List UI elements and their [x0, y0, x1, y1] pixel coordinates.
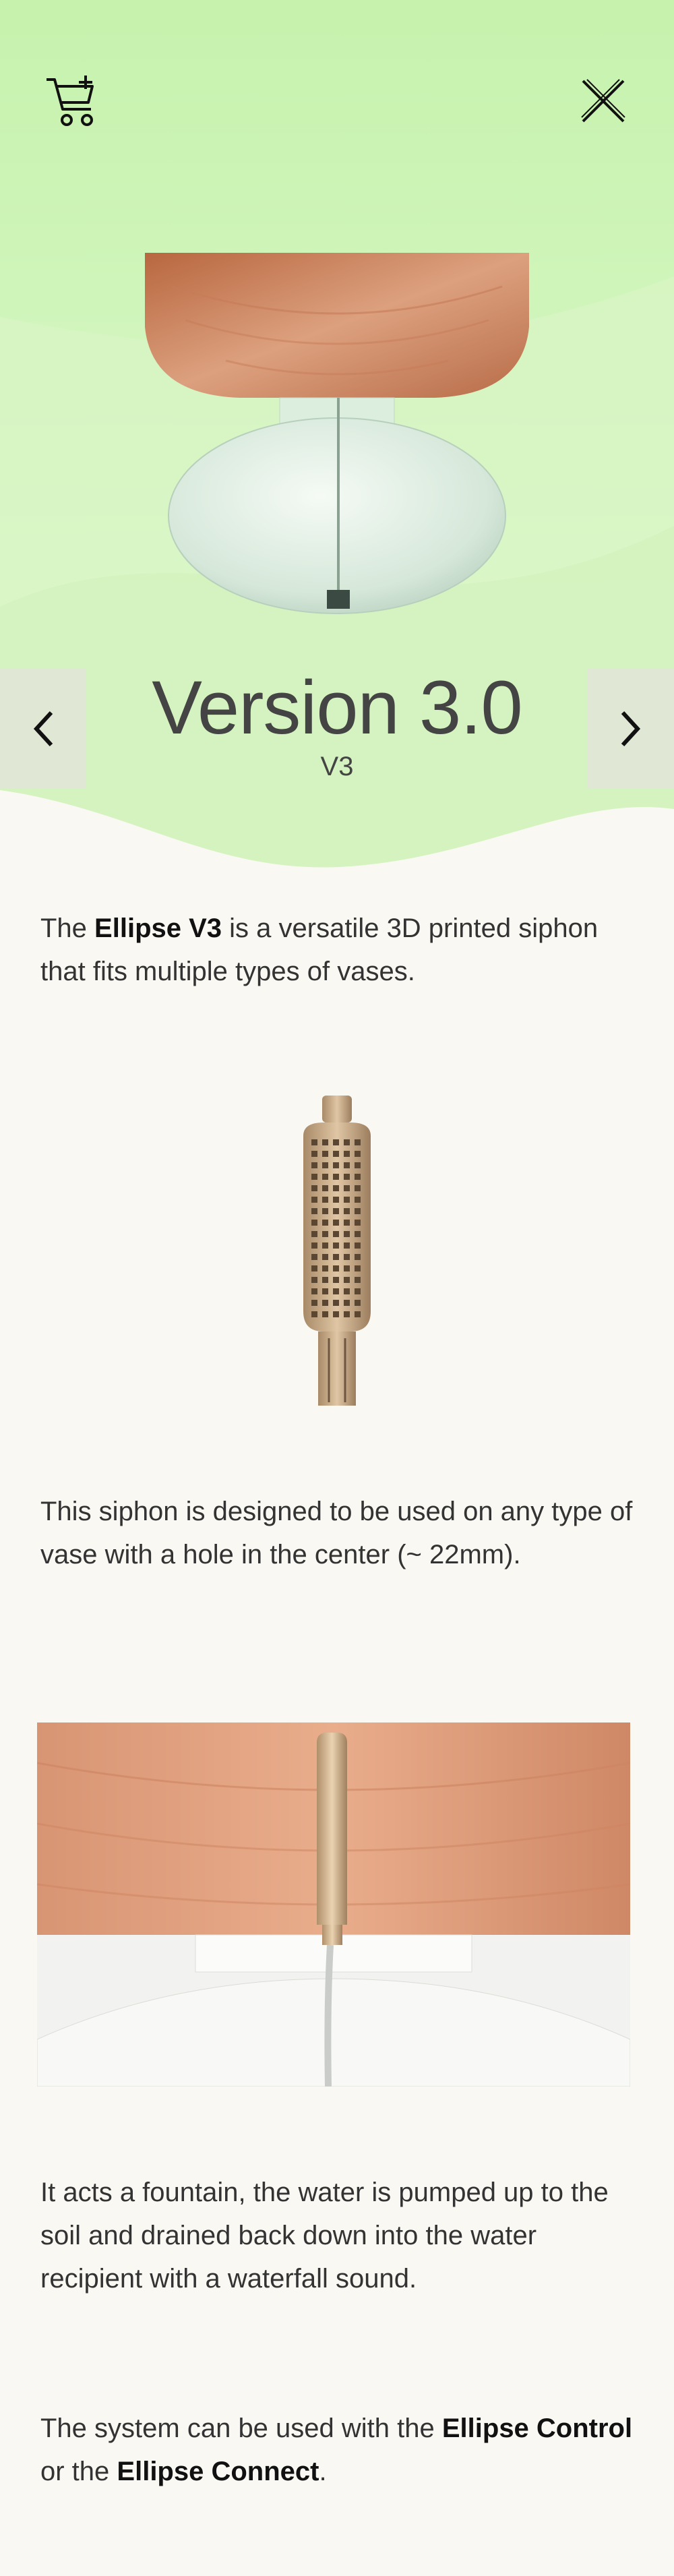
compat-text-1: The system can be used with the [40, 2414, 442, 2443]
siphon-description: This siphon is designed to be used on an… [40, 1497, 633, 1569]
siphon-closeup-image [37, 1723, 630, 2087]
product-name: Ellipse V3 [94, 913, 222, 943]
ellipse-connect-name: Ellipse Connect [117, 2457, 319, 2486]
fountain-description: It acts a fountain, the water is pumped … [40, 2178, 609, 2294]
ellipse-control-name: Ellipse Control [441, 2414, 633, 2443]
version-subtitle: V3 [320, 752, 354, 781]
compat-text-2: or the [40, 2457, 117, 2486]
compatibility-paragraph: The system can be used with the Ellipse … [40, 2407, 634, 2493]
vase-product-image [145, 253, 529, 614]
add-to-cart-icon [47, 76, 94, 126]
compat-text-3: . [319, 2457, 327, 2486]
siphon-product-image [303, 1096, 371, 1406]
version-title: Version 3.0 [152, 665, 522, 750]
intro-paragraph: The Ellipse V3 is a versatile 3D printed… [40, 907, 634, 993]
add-to-cart-button[interactable] [40, 67, 108, 135]
close-button[interactable] [570, 67, 637, 135]
intro-text-1: The [40, 913, 95, 943]
close-icon [581, 79, 625, 123]
